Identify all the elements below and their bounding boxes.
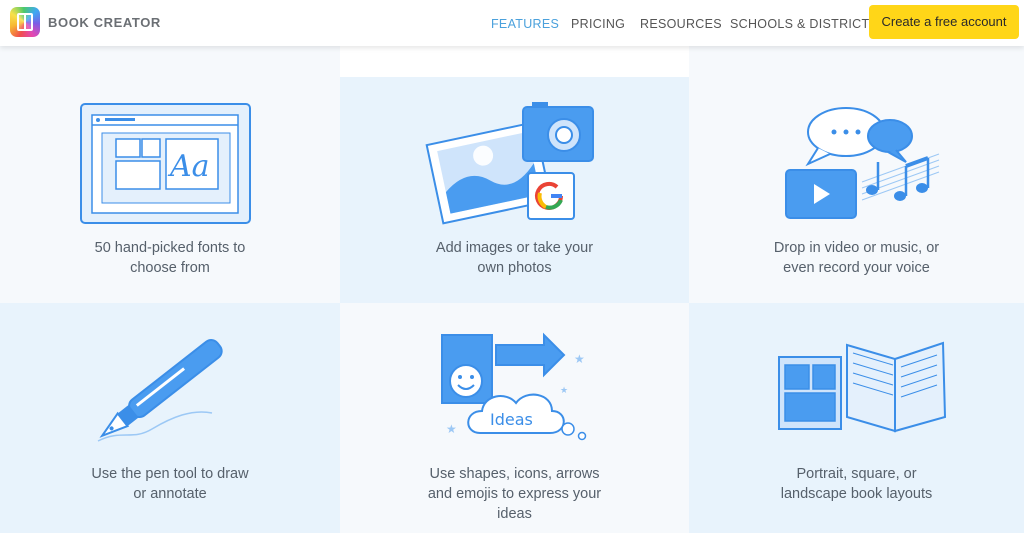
images-camera-google-icon — [425, 102, 594, 225]
book-layouts-icon — [778, 341, 947, 433]
feature-pen-caption-line1: Use the pen tool to draw — [91, 466, 249, 482]
book-creator-logo-icon[interactable] — [10, 7, 40, 37]
svg-text:★: ★ — [574, 352, 585, 366]
nav-resources[interactable]: RESOURCES — [640, 17, 722, 31]
create-free-account-button[interactable]: Create a free account — [869, 5, 1019, 39]
fonts-window-icon: Aa — [80, 103, 251, 224]
feature-shapes-caption-line1: Use shapes, icons, arrows — [429, 466, 600, 482]
feature-media-caption-line2: even record your voice — [783, 260, 930, 276]
media-chat-music-icon — [785, 107, 940, 219]
svg-text:★: ★ — [560, 385, 568, 395]
feature-shapes-caption-line2: and emojis to express your — [427, 486, 602, 502]
feature-fonts-caption-line2: choose from — [130, 260, 210, 276]
feature-fonts: Aa 50 hand-picked fonts to choose from — [0, 46, 340, 303]
nav-pricing[interactable]: PRICING — [571, 17, 625, 31]
svg-text:Ideas: Ideas — [490, 410, 533, 429]
feature-layouts-caption-line1: Portrait, square, or — [796, 466, 917, 482]
svg-text:Aa: Aa — [167, 149, 210, 184]
brand-name[interactable]: BOOK CREATOR — [48, 15, 161, 30]
feature-layouts: Portrait, square, or landscape book layo… — [689, 303, 1024, 533]
feature-pen: Use the pen tool to draw or annotate — [0, 303, 340, 533]
feature-pen-caption-line2: or annotate — [133, 486, 207, 502]
nav-schools-districts[interactable]: SCHOOLS & DISTRICTS — [730, 17, 878, 31]
svg-text:★: ★ — [446, 422, 457, 436]
feature-images-caption-line2: own photos — [477, 260, 552, 276]
feature-layouts-caption-line2: landscape book layouts — [780, 486, 933, 502]
feature-shapes: Ideas ★ ★ ★ Use shapes, icons, arrows an… — [340, 303, 689, 533]
shapes-ideas-cloud-icon: Ideas ★ ★ ★ — [441, 332, 587, 441]
feature-media-caption-line1: Drop in video or music, or — [773, 240, 940, 256]
feature-media: Drop in video or music, or even record y… — [689, 46, 1024, 303]
feature-images-caption-line1: Add images or take your — [435, 240, 594, 256]
feature-images: Add images or take your own photos — [340, 77, 689, 303]
feature-fonts-caption-line1: 50 hand-picked fonts to — [94, 240, 246, 256]
fountain-pen-icon — [97, 339, 223, 442]
nav-features[interactable]: FEATURES — [491, 17, 559, 31]
site-header: BOOK CREATOR FEATURES PRICING RESOURCES … — [0, 0, 1024, 46]
feature-shapes-caption-line3: ideas — [497, 506, 532, 522]
